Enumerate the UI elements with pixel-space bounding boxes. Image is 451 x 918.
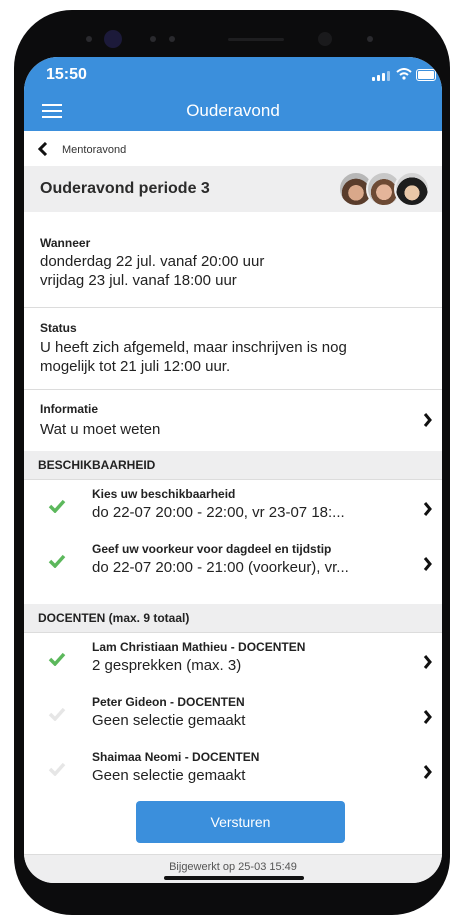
docent-item[interactable]: Peter Gideon - DOCENTEN Geen selectie ge… bbox=[24, 690, 442, 740]
phone-device: 15:50 Ouderavond Mentoravond Ouderavond … bbox=[0, 0, 451, 918]
breadcrumb-label: Mentoravond bbox=[62, 144, 127, 156]
checkmark-icon bbox=[48, 652, 66, 666]
row-title: Geef uw voorkeur voor dagdeel en tijdsti… bbox=[92, 542, 332, 556]
checkmark-icon bbox=[48, 762, 66, 776]
status-section: Status U heeft zich afgemeld, maar insch… bbox=[24, 308, 442, 390]
status-time: 15:50 bbox=[46, 66, 87, 83]
event-title: Ouderavond periode 3 bbox=[40, 180, 210, 197]
checkmark-icon bbox=[48, 707, 66, 721]
speaker-grille bbox=[228, 38, 284, 41]
versturen-button[interactable]: Versturen bbox=[136, 801, 345, 843]
wanneer-section: Wanneer donderdag 22 jul. vanaf 20:00 uu… bbox=[24, 212, 442, 308]
wifi-icon bbox=[396, 68, 412, 80]
row-subtitle: 2 gesprekken (max. 3) bbox=[92, 657, 242, 674]
beschikbaarheid-header: BESCHIKBAARHEID bbox=[24, 451, 442, 480]
docent-item[interactable]: Shaimaa Neomi - DOCENTEN Geen selectie g… bbox=[24, 745, 442, 795]
signal-icon bbox=[372, 71, 390, 81]
chevron-right-icon bbox=[423, 710, 432, 724]
informatie-label: Informatie bbox=[40, 402, 99, 416]
status-bar: 15:50 bbox=[24, 57, 442, 91]
sensor-dot bbox=[150, 36, 156, 42]
beschikbaarheid-item[interactable]: Geef uw voorkeur voor dagdeel en tijdsti… bbox=[24, 537, 442, 587]
sensor-dot bbox=[169, 36, 175, 42]
sensor-dot bbox=[318, 32, 332, 46]
home-indicator[interactable] bbox=[164, 876, 304, 880]
app-header: Ouderavond bbox=[24, 91, 442, 131]
informatie-row[interactable]: Informatie Wat u moet weten bbox=[24, 390, 442, 450]
checkmark-icon bbox=[48, 554, 66, 568]
row-subtitle: Geen selectie gemaakt bbox=[92, 767, 246, 784]
chevron-right-icon bbox=[423, 413, 432, 427]
docenten-header: DOCENTEN (max. 9 totaal) bbox=[24, 604, 442, 633]
avatar bbox=[394, 171, 430, 207]
row-title: Kies uw beschikbaarheid bbox=[92, 487, 236, 501]
wanneer-line: vrijdag 23 jul. vanaf 18:00 uur bbox=[40, 272, 237, 289]
chevron-right-icon bbox=[423, 655, 432, 669]
informatie-value: Wat u moet weten bbox=[40, 421, 161, 438]
chevron-right-icon bbox=[423, 557, 432, 571]
checkmark-icon bbox=[48, 499, 66, 513]
front-camera bbox=[104, 30, 122, 48]
chevron-right-icon bbox=[423, 765, 432, 779]
page-title: Ouderavond bbox=[186, 101, 280, 120]
section-title: DOCENTEN (max. 9 totaal) bbox=[38, 611, 190, 625]
battery-icon bbox=[416, 69, 436, 81]
app-screen: 15:50 Ouderavond Mentoravond Ouderavond … bbox=[24, 57, 442, 883]
last-updated-text: Bijgewerkt op 25-03 15:49 bbox=[169, 861, 297, 873]
chevron-left-icon bbox=[38, 142, 48, 156]
row-title: Lam Christiaan Mathieu - DOCENTEN bbox=[92, 640, 306, 654]
docent-item[interactable]: Lam Christiaan Mathieu - DOCENTEN 2 gesp… bbox=[24, 635, 442, 685]
status-line: U heeft zich afgemeld, maar inschrijven … bbox=[40, 339, 347, 356]
sensor-dot bbox=[367, 36, 373, 42]
status-label: Status bbox=[40, 321, 77, 335]
chevron-right-icon bbox=[423, 502, 432, 516]
section-title: BESCHIKBAARHEID bbox=[38, 458, 156, 472]
wanneer-line: donderdag 22 jul. vanaf 20:00 uur bbox=[40, 253, 265, 270]
row-subtitle: Geen selectie gemaakt bbox=[92, 712, 246, 729]
status-line: mogelijk tot 21 juli 12:00 uur. bbox=[40, 358, 231, 375]
event-bar: Ouderavond periode 3 bbox=[24, 166, 442, 212]
avatar-group bbox=[338, 171, 430, 207]
breadcrumb[interactable]: Mentoravond bbox=[24, 131, 442, 166]
row-subtitle: do 22-07 20:00 - 22:00, vr 23-07 18:... bbox=[92, 504, 345, 521]
row-subtitle: do 22-07 20:00 - 21:00 (voorkeur), vr... bbox=[92, 559, 349, 576]
sensor-bar bbox=[0, 0, 451, 57]
beschikbaarheid-item[interactable]: Kies uw beschikbaarheid do 22-07 20:00 -… bbox=[24, 482, 442, 532]
row-title: Shaimaa Neomi - DOCENTEN bbox=[92, 750, 260, 764]
sensor-dot bbox=[86, 36, 92, 42]
row-title: Peter Gideon - DOCENTEN bbox=[92, 695, 245, 709]
wanneer-label: Wanneer bbox=[40, 236, 91, 250]
